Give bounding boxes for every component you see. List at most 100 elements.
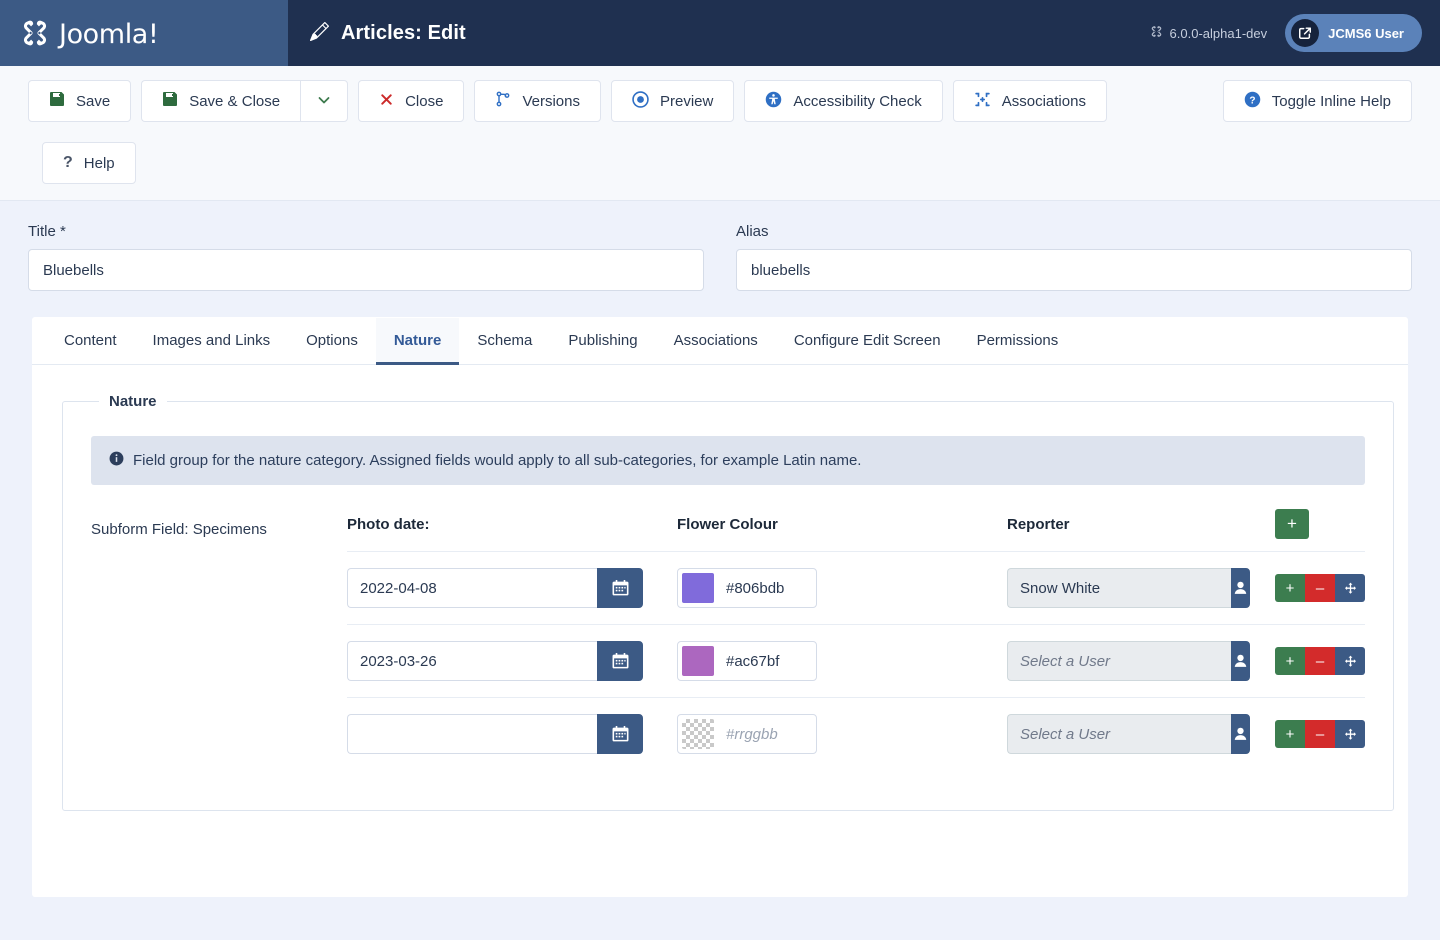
arrows-move-icon[interactable] [1335,647,1365,675]
flower-colour-picker[interactable]: #rrggbb [677,714,817,754]
tab-schema[interactable]: Schema [459,318,550,365]
question-mark-icon: ? [63,154,73,172]
save-and-close-button[interactable]: Save & Close [141,80,300,122]
colour-value-label: #ac67bf [714,653,779,670]
versions-button-label: Versions [522,93,580,110]
editor-card: ContentImages and LinksOptionsNatureSche… [32,317,1408,897]
specimen-row: #ac67bf +– [347,625,1365,698]
tab-associations[interactable]: Associations [656,318,776,365]
row-action-group: +– [1275,647,1365,675]
colour-swatch[interactable] [682,573,714,603]
flower-colour-cell: #806bdb [677,568,1007,608]
column-header-flower-colour: Flower Colour [677,516,1007,533]
accessibility-check-button-label: Accessibility Check [793,93,921,110]
user-icon[interactable] [1231,568,1250,608]
row-action-group: +– [1275,720,1365,748]
save-button-label: Save [76,93,110,110]
calendar-icon[interactable] [597,641,643,681]
save-options-dropdown-button[interactable] [300,80,348,122]
arrows-move-icon[interactable] [1335,574,1365,602]
svg-text:?: ? [1249,95,1255,106]
remove-row-button[interactable]: – [1305,574,1335,602]
code-branch-icon [495,91,511,111]
photo-date-input-group [347,641,643,681]
tab-images-and-links[interactable]: Images and Links [135,318,289,365]
floppy-disk-icon [49,91,65,111]
reporter-input[interactable] [1007,714,1231,754]
calendar-icon[interactable] [597,714,643,754]
tab-publishing[interactable]: Publishing [550,318,655,365]
tab-nature[interactable]: Nature [376,318,460,365]
tab-options[interactable]: Options [288,318,376,365]
version-indicator: 6.0.0-alpha1-dev [1150,25,1268,41]
reporter-cell [1007,714,1257,754]
flower-colour-picker[interactable]: #806bdb [677,568,817,608]
version-label: 6.0.0-alpha1-dev [1170,26,1268,41]
title-input[interactable] [28,249,704,291]
save-button[interactable]: Save [28,80,131,122]
specimen-row: #rrggbb +– [347,698,1365,770]
remove-row-button[interactable]: – [1305,720,1335,748]
add-row-button[interactable]: + [1275,647,1305,675]
brand-area[interactable]: Joomla! [0,0,288,66]
tab-panel-nature: Nature Field group for the nature catego… [32,365,1408,851]
close-button[interactable]: Close [358,80,464,122]
help-button-wrapper: ? Help [28,142,136,184]
info-circle-icon [109,451,124,470]
associations-button[interactable]: Associations [953,80,1107,122]
question-circle-icon: ? [1244,91,1261,112]
flower-colour-picker[interactable]: #ac67bf [677,641,817,681]
reporter-input[interactable] [1007,641,1231,681]
photo-date-cell [347,641,677,681]
photo-date-cell [347,568,677,608]
photo-date-input[interactable] [347,714,597,754]
universal-access-icon [765,91,782,112]
nature-fieldset: Nature Field group for the nature catego… [62,393,1394,811]
app-header: Joomla! Articles: Edit 6.0.0-alpha1-dev [0,0,1440,66]
specimens-header-row: Photo date: Flower Colour Reporter + [347,507,1365,552]
header-main: Articles: Edit 6.0.0-alpha1-dev JC [288,0,1440,66]
toggle-inline-help-button-label: Toggle Inline Help [1272,93,1391,110]
user-menu[interactable]: JCMS6 User [1285,14,1422,52]
save-and-close-button-label: Save & Close [189,93,280,110]
colour-value-label: #806bdb [714,580,784,597]
accessibility-check-button[interactable]: Accessibility Check [744,80,942,122]
row-actions-cell: +– [1257,647,1365,675]
photo-date-input-group [347,714,643,754]
header-right: 6.0.0-alpha1-dev JCMS6 User [1150,14,1422,52]
floppy-disk-icon [162,91,178,111]
toggle-inline-help-button[interactable]: ? Toggle Inline Help [1223,80,1412,122]
arrows-move-icon[interactable] [1335,720,1365,748]
preview-button[interactable]: Preview [611,80,734,122]
save-close-split: Save & Close [141,80,348,122]
associations-button-label: Associations [1002,93,1086,110]
photo-date-input[interactable] [347,568,597,608]
user-icon[interactable] [1231,641,1250,681]
photo-date-input[interactable] [347,641,597,681]
header-actions-cell: + [1257,509,1365,539]
colour-swatch[interactable] [682,719,714,749]
flower-colour-cell: #rrggbb [677,714,1007,754]
external-link-icon [1291,19,1319,47]
tab-content[interactable]: Content [46,318,135,365]
specimen-row: #806bdb +– [347,552,1365,625]
tab-permissions[interactable]: Permissions [959,318,1077,365]
help-button[interactable]: ? Help [42,142,136,184]
colour-swatch[interactable] [682,646,714,676]
add-row-button[interactable]: + [1275,720,1305,748]
versions-button[interactable]: Versions [474,80,601,122]
add-specimen-row-button[interactable]: + [1275,509,1309,539]
alias-input[interactable] [736,249,1412,291]
user-icon[interactable] [1231,714,1250,754]
row-actions-cell: +– [1257,574,1365,602]
preview-button-label: Preview [660,93,713,110]
tab-configure-edit-screen[interactable]: Configure Edit Screen [776,318,959,365]
photo-date-input-group [347,568,643,608]
reporter-input[interactable] [1007,568,1231,608]
joomla-brand[interactable]: Joomla! [20,18,158,48]
add-row-button[interactable]: + [1275,574,1305,602]
arrows-in-icon [974,91,991,112]
row-actions-cell: +– [1257,720,1365,748]
remove-row-button[interactable]: – [1305,647,1335,675]
calendar-icon[interactable] [597,568,643,608]
